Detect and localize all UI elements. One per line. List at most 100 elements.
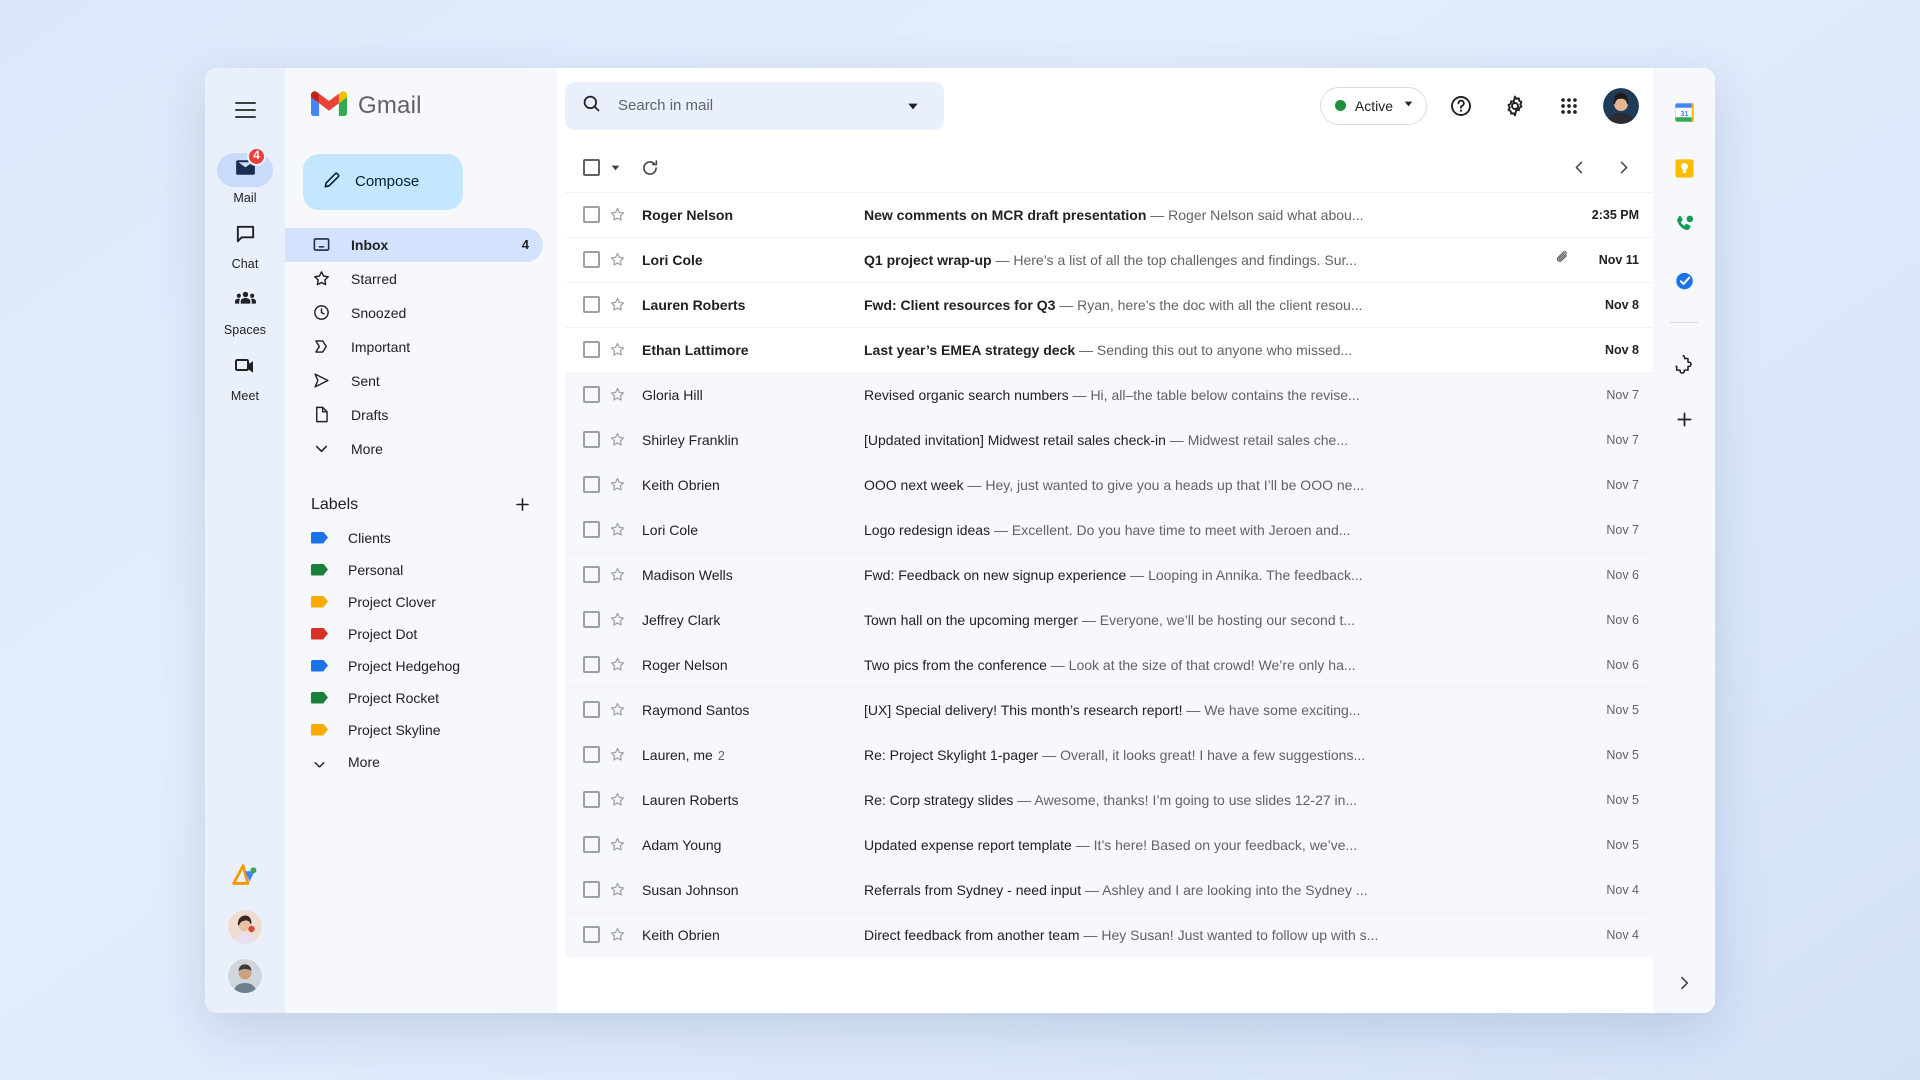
search-options-icon[interactable] [898, 91, 928, 121]
sidebar-item-important[interactable]: Important [285, 330, 543, 364]
row-checkbox[interactable] [583, 701, 600, 718]
search-bar[interactable] [565, 81, 945, 130]
google-contacts-phone-icon[interactable] [1667, 208, 1701, 242]
star-icon[interactable] [600, 656, 634, 673]
plus-icon[interactable] [1667, 403, 1701, 437]
star-icon[interactable] [600, 296, 634, 313]
row-checkbox[interactable] [583, 566, 600, 583]
sidebar-item-more[interactable]: More [285, 432, 543, 466]
row-checkbox[interactable] [583, 296, 600, 313]
row-checkbox[interactable] [583, 341, 600, 358]
star-icon[interactable] [600, 701, 634, 718]
star-icon[interactable] [600, 836, 634, 853]
star-icon[interactable] [600, 476, 634, 493]
label-item-project-skyline[interactable]: Project Skyline [285, 714, 557, 746]
star-icon[interactable] [600, 521, 634, 538]
table-row[interactable]: Raymond Santos [UX] Special delivery! Thi… [565, 686, 1653, 732]
sidebar-item-sent[interactable]: Sent [285, 364, 543, 398]
star-icon[interactable] [600, 251, 634, 268]
compose-button[interactable]: Compose [303, 153, 463, 210]
row-checkbox[interactable] [583, 206, 600, 223]
table-row[interactable]: Jeffrey Clark Town hall on the upcoming m… [565, 596, 1653, 642]
sidebar-item-snoozed[interactable]: Snoozed [285, 296, 543, 330]
star-icon[interactable] [600, 341, 634, 358]
avatar[interactable] [228, 909, 262, 944]
table-row[interactable]: Adam Young Updated expense report templat… [565, 821, 1653, 867]
rail-item-spaces[interactable]: Spaces [211, 282, 279, 337]
row-checkbox[interactable] [583, 611, 600, 628]
table-row[interactable]: Shirley Franklin [Updated invitation] Mid… [565, 416, 1653, 462]
table-row[interactable]: Keith Obrien OOO next week — Hey, just wa… [565, 461, 1653, 507]
help-circle-icon[interactable] [1441, 86, 1481, 126]
sidebar-item-drafts[interactable]: Drafts [285, 398, 543, 432]
row-checkbox[interactable] [583, 251, 600, 268]
select-all-dropdown-icon[interactable] [602, 155, 628, 181]
star-icon[interactable] [600, 611, 634, 628]
row-subject: Referrals from Sydney - need input [864, 881, 1082, 898]
refresh-icon[interactable] [630, 148, 670, 188]
row-checkbox[interactable] [583, 656, 600, 673]
google-tasks-icon[interactable] [1667, 264, 1701, 298]
star-icon[interactable] [600, 926, 634, 943]
chevron-right-icon[interactable] [1603, 148, 1643, 188]
table-row[interactable]: Keith Obrien Direct feedback from another… [565, 911, 1653, 957]
search-input[interactable] [618, 97, 883, 114]
table-row[interactable]: Lauren Roberts Re: Corp strategy slides —… [565, 776, 1653, 822]
label-item-project-dot[interactable]: Project Dot [285, 618, 557, 650]
apps-grid-icon[interactable] [1549, 86, 1589, 126]
sidebar-item-starred[interactable]: Starred [285, 262, 543, 296]
label-item-clients[interactable]: Clients [285, 522, 557, 554]
account-avatar[interactable] [1603, 87, 1639, 124]
rail-item-mail[interactable]: 4 Mail [211, 146, 279, 205]
google-calendar-icon[interactable]: 31 [1667, 96, 1701, 130]
star-icon[interactable] [600, 386, 634, 403]
brand[interactable]: Gmail [285, 68, 557, 144]
puzzle-piece-icon[interactable] [1667, 347, 1701, 381]
main-area: Active [557, 67, 1653, 1013]
row-checkbox[interactable] [583, 521, 600, 538]
star-icon[interactable] [600, 431, 634, 448]
label-name: Project Clover [348, 593, 436, 610]
table-row[interactable]: Lori Cole Q1 project wrap-up — Here’s a l… [565, 236, 1653, 282]
table-row[interactable]: Susan Johnson Referrals from Sydney - nee… [565, 866, 1653, 912]
label-item-personal[interactable]: Personal [285, 554, 557, 586]
table-row[interactable]: Gloria Hill Revised organic search number… [565, 371, 1653, 417]
row-checkbox[interactable] [583, 476, 600, 493]
gear-icon[interactable] [1495, 86, 1535, 126]
table-row[interactable]: Roger Nelson New comments on MCR draft pr… [565, 191, 1653, 237]
table-row[interactable]: Madison Wells Fwd: Feedback on new signup… [565, 551, 1653, 597]
row-checkbox[interactable] [583, 791, 600, 808]
label-item-project-clover[interactable]: Project Clover [285, 586, 557, 618]
label-item-project-rocket[interactable]: Project Rocket [285, 682, 557, 714]
avatar[interactable] [228, 958, 262, 993]
table-row[interactable]: Lauren, me 2 Re: Project Skylight 1-pager … [565, 731, 1653, 777]
row-checkbox[interactable] [583, 836, 600, 853]
table-row[interactable]: Lauren Roberts Fwd: Client resources for … [565, 281, 1653, 327]
rail-item-meet[interactable]: Meet [211, 348, 279, 403]
plus-icon[interactable] [509, 492, 535, 518]
label-item-project-hedgehog[interactable]: Project Hedgehog [285, 650, 557, 682]
star-icon[interactable] [600, 746, 634, 763]
row-checkbox[interactable] [583, 746, 600, 763]
google-keep-icon[interactable] [1667, 152, 1701, 186]
status-badge[interactable]: Active [1319, 86, 1427, 125]
row-checkbox[interactable] [583, 431, 600, 448]
labels-more[interactable]: More [285, 746, 557, 778]
table-row[interactable]: Ethan Lattimore Last year’s EMEA strategy… [565, 326, 1653, 372]
table-row[interactable]: Roger Nelson Two pics from the conference… [565, 641, 1653, 687]
star-icon[interactable] [600, 881, 634, 898]
star-icon[interactable] [600, 566, 634, 583]
table-row[interactable]: Lori Cole Logo redesign ideas — Excellent… [565, 506, 1653, 552]
row-checkbox[interactable] [583, 386, 600, 403]
expand-panel-icon[interactable] [1667, 976, 1701, 1013]
workspace-logo-icon[interactable] [230, 860, 260, 895]
chevron-left-icon[interactable] [1559, 148, 1599, 188]
row-checkbox[interactable] [583, 926, 600, 943]
rail-item-chat[interactable]: Chat [211, 216, 279, 271]
select-all-checkbox[interactable] [583, 159, 600, 176]
star-icon[interactable] [600, 206, 634, 223]
hamburger-icon[interactable] [221, 86, 269, 134]
sidebar-item-inbox[interactable]: Inbox 4 [285, 227, 543, 262]
row-checkbox[interactable] [583, 881, 600, 898]
star-icon[interactable] [600, 791, 634, 808]
